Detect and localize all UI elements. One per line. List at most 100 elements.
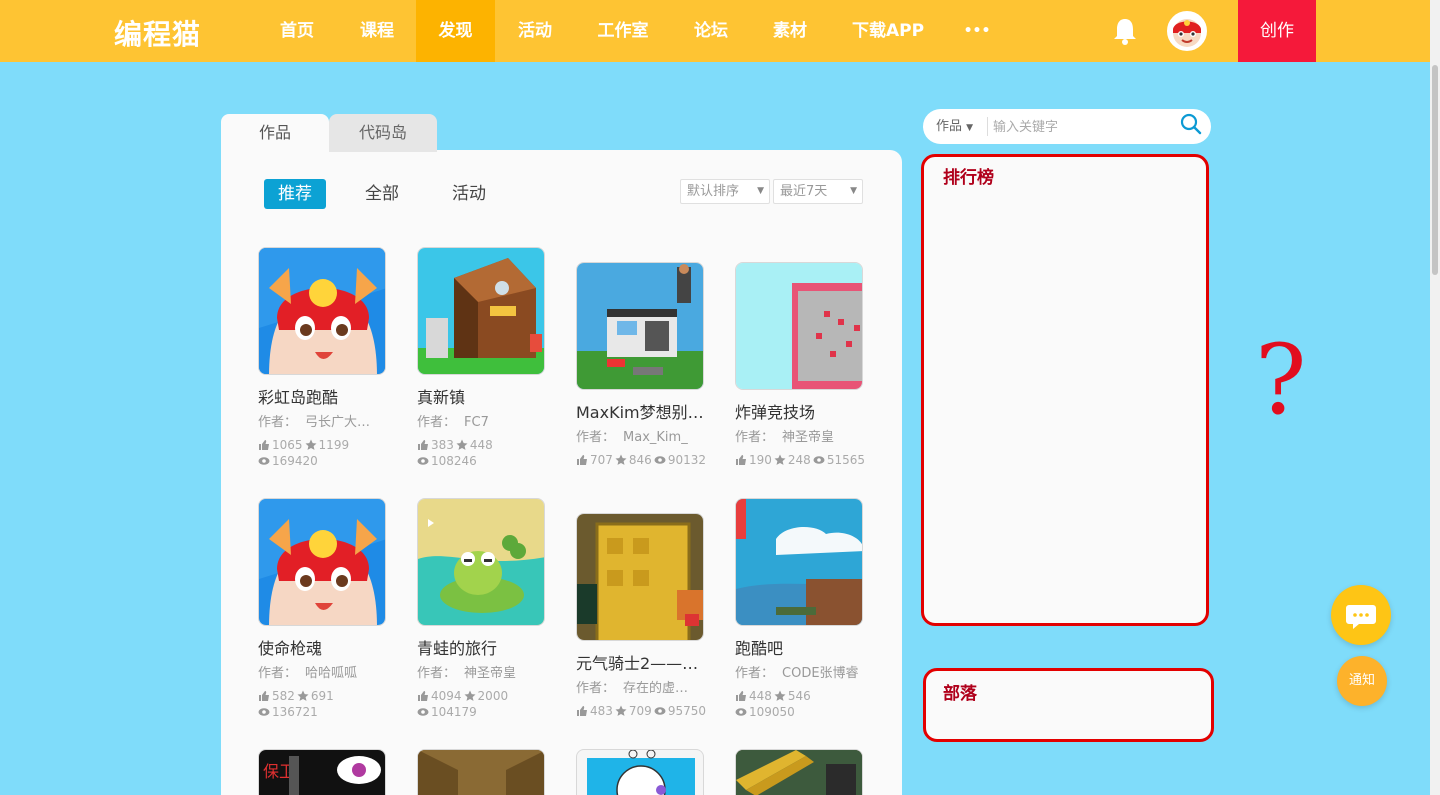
work-stats: 190 248 51565 <box>735 452 867 468</box>
star-icon <box>774 690 786 701</box>
search-type-select[interactable]: 作品 ▼ <box>936 109 973 146</box>
search-input[interactable] <box>993 115 1173 139</box>
work-thumbnail[interactable] <box>735 749 863 795</box>
filter-recommended[interactable]: 推荐 <box>264 179 326 209</box>
nav-item-forum[interactable]: 论坛 <box>676 0 746 62</box>
star-icon <box>774 454 786 465</box>
work-thumbnail[interactable] <box>258 498 386 626</box>
chevron-down-icon: ▼ <box>850 186 857 196</box>
caret-down-icon: ▼ <box>966 123 974 133</box>
star-stat: 691 <box>297 688 334 704</box>
work-author[interactable]: 作者： 神圣帝皇 <box>735 426 863 445</box>
thumbs-up-icon <box>259 691 269 701</box>
eye-icon <box>417 457 429 465</box>
work-thumbnail[interactable] <box>417 749 545 795</box>
work-author[interactable]: 作者： CODE张博睿 <box>735 662 863 681</box>
nav-more-button[interactable]: ••• <box>955 0 999 62</box>
work-author[interactable]: 作者： 弓长广大… <box>258 411 386 430</box>
work-title[interactable]: 跑酷吧 <box>735 635 863 659</box>
star-icon <box>456 439 468 450</box>
work-author[interactable]: 作者： 神圣帝皇 <box>417 662 545 681</box>
work-thumbnail[interactable] <box>735 498 863 626</box>
work-thumbnail[interactable] <box>258 247 386 375</box>
eye-icon <box>258 708 270 716</box>
chat-button[interactable] <box>1331 585 1391 645</box>
view-stat: 90132 <box>654 452 706 468</box>
work-stats: 383 448 108246 <box>417 437 549 469</box>
work-title[interactable]: MaxKim梦想别… <box>576 399 704 423</box>
work-title[interactable]: 真新镇 <box>417 384 545 408</box>
work-author[interactable]: 作者： FC7 <box>417 411 545 430</box>
dream-villa-image <box>577 263 703 389</box>
time-range-select[interactable]: 最近7天 ▼ <box>773 179 863 204</box>
work-stats: 582 691 136721 <box>258 688 390 720</box>
nav-item-download-app[interactable]: 下载APP <box>845 0 931 62</box>
view-stat: 104179 <box>417 704 477 720</box>
town-scene-image <box>418 248 544 374</box>
site-logo[interactable]: 编程猫 <box>114 13 201 53</box>
like-stat: 707 <box>576 452 613 468</box>
nav-item-materials[interactable]: 素材 <box>755 0 825 62</box>
filter-all[interactable]: 全部 <box>354 179 410 209</box>
nav-item-events[interactable]: 活动 <box>500 0 570 62</box>
tribe-title: 部落 <box>943 684 977 704</box>
sort-select-value: 默认排序 <box>687 184 740 199</box>
scrollbar-thumb[interactable] <box>1432 65 1438 275</box>
ranking-title: 排行榜 <box>943 168 994 188</box>
sort-select[interactable]: 默认排序 ▼ <box>680 179 770 204</box>
view-stat: 109050 <box>735 704 795 720</box>
bell-icon[interactable] <box>1111 16 1139 46</box>
notification-button[interactable]: 通知 <box>1337 656 1387 706</box>
work-author[interactable]: 作者： 存在的虚… <box>576 677 704 696</box>
work-title[interactable]: 使命枪魂 <box>258 635 386 659</box>
eye-icon <box>654 456 666 464</box>
chevron-down-icon: ▼ <box>757 186 764 196</box>
work-title[interactable]: 炸弹竞技场 <box>735 399 863 423</box>
work-thumbnail[interactable] <box>417 498 545 626</box>
thumbs-up-icon <box>736 691 746 701</box>
work-thumbnail[interactable]: 保卫 <box>258 749 386 795</box>
star-stat: 2000 <box>464 688 508 704</box>
like-stat: 448 <box>735 688 772 704</box>
star-icon <box>615 705 627 716</box>
thumbs-up-icon <box>736 455 746 465</box>
star-stat: 248 <box>774 452 811 468</box>
thumbs-up-icon <box>418 691 428 701</box>
search-divider <box>987 117 988 136</box>
star-icon <box>615 454 627 465</box>
parkour-image <box>736 499 862 625</box>
nav-item-courses[interactable]: 课程 <box>342 0 412 62</box>
nav-item-studio[interactable]: 工作室 <box>585 0 661 62</box>
work-author[interactable]: 作者： Max_Kim_ <box>576 426 704 445</box>
tab-code-island[interactable]: 代码岛 <box>329 114 437 152</box>
work-title[interactable]: 元气骑士2——… <box>576 650 704 674</box>
work-author[interactable]: 作者： 哈哈呱呱 <box>258 662 386 681</box>
work-thumbnail[interactable] <box>576 749 704 795</box>
nav-item-home[interactable]: 首页 <box>262 0 332 62</box>
work-thumbnail[interactable] <box>417 247 545 375</box>
search-bar: 作品 ▼ <box>923 109 1211 144</box>
view-stat: 95750 <box>654 703 706 719</box>
view-stat: 169420 <box>258 453 318 469</box>
create-button[interactable]: 创作 <box>1238 0 1316 62</box>
user-avatar[interactable] <box>1167 11 1207 51</box>
eye-icon <box>258 457 270 465</box>
eye-icon <box>654 707 666 715</box>
filter-events[interactable]: 活动 <box>441 179 497 209</box>
bomb-arena-image <box>736 263 862 389</box>
work-thumbnail[interactable] <box>735 262 863 390</box>
work-title[interactable]: 彩虹岛跑酷 <box>258 384 386 408</box>
like-stat: 582 <box>258 688 295 704</box>
time-range-select-value: 最近7天 <box>780 184 828 199</box>
question-mark-annotation: ? <box>1255 324 1307 436</box>
nav-item-discover[interactable]: 发现 <box>416 0 495 62</box>
star-stat: 448 <box>456 437 493 453</box>
tab-works[interactable]: 作品 <box>221 114 329 152</box>
frog-travel-image <box>418 499 544 625</box>
work-thumbnail[interactable] <box>576 513 704 641</box>
work-thumbnail[interactable] <box>576 262 704 390</box>
work-stats: 707 846 90132 <box>576 452 708 468</box>
work-title[interactable]: 青蛙的旅行 <box>417 635 545 659</box>
thumbs-up-icon <box>418 440 428 450</box>
search-icon[interactable] <box>1180 113 1202 135</box>
